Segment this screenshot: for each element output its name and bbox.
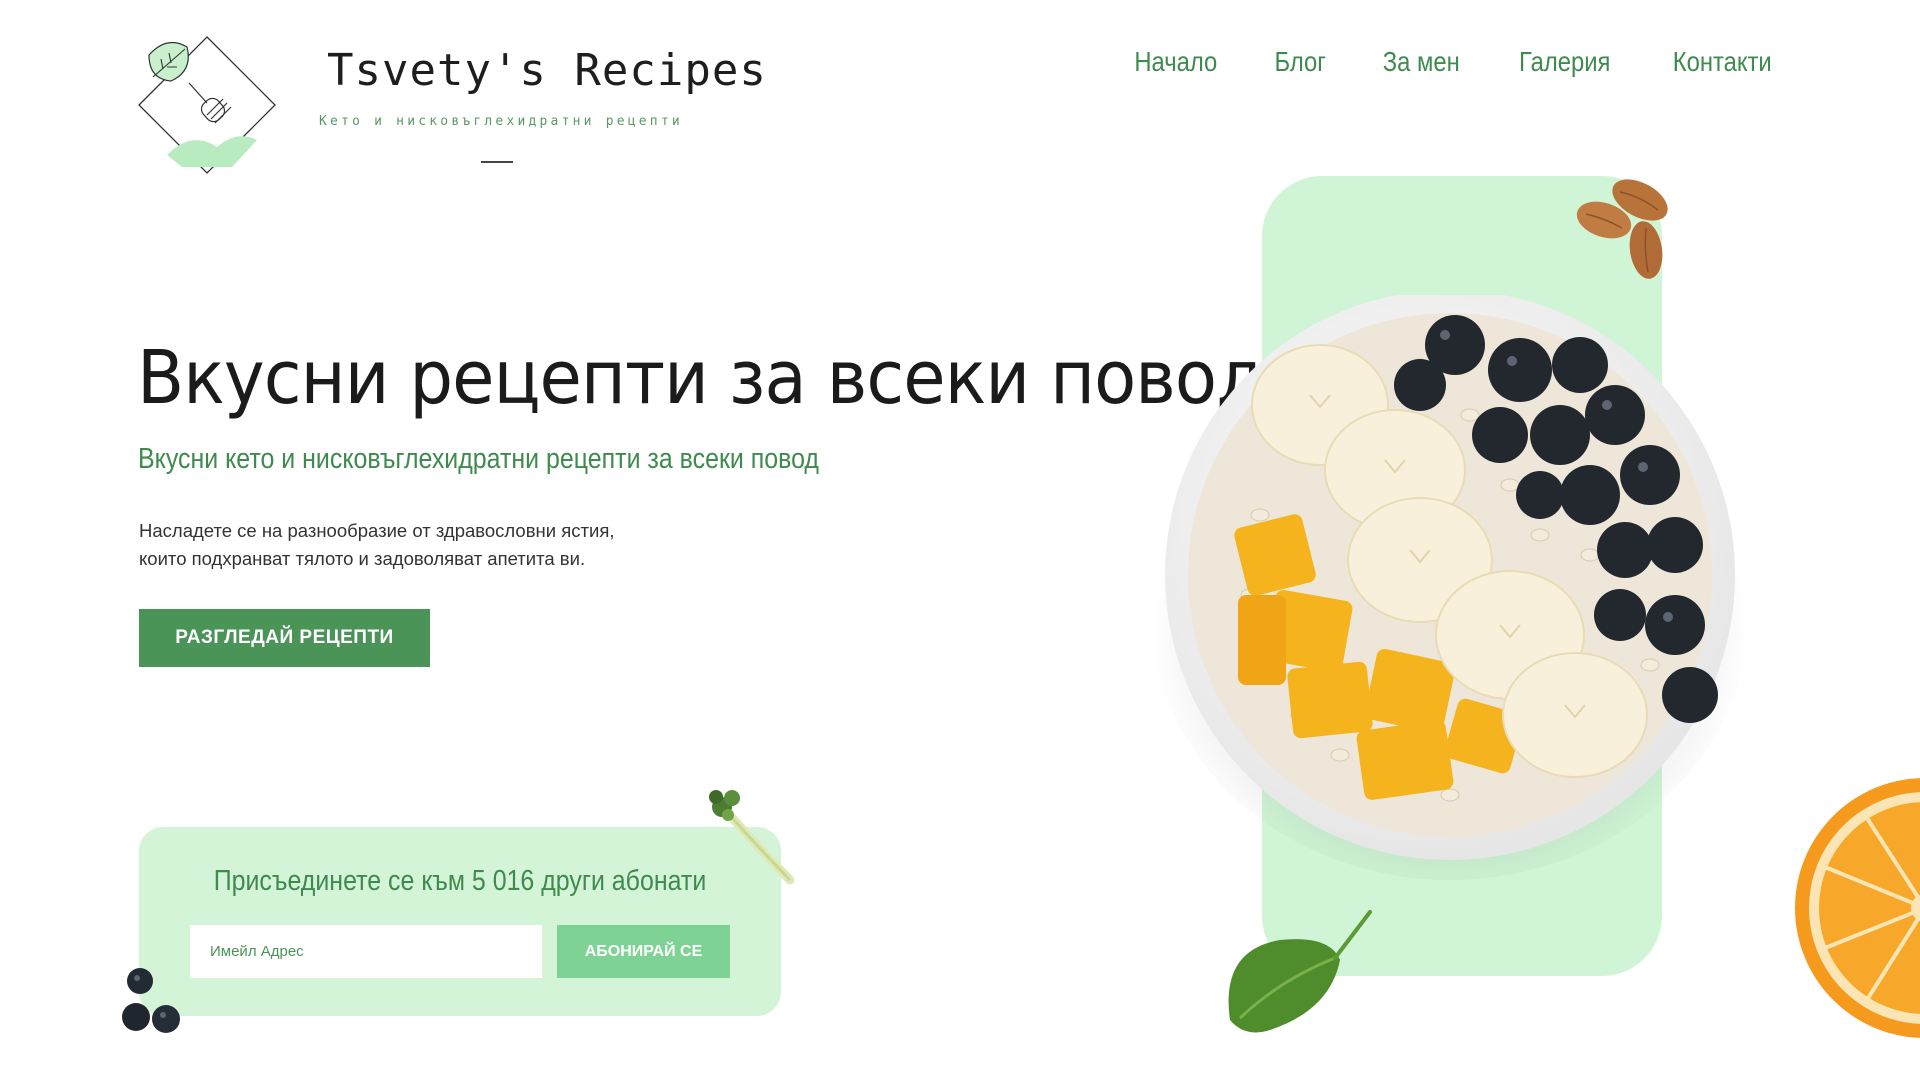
fruit-bowl-image bbox=[1150, 295, 1750, 880]
orange-image bbox=[1795, 778, 1920, 1038]
hero-description-line: Насладете се на разнообразие от здравосл… bbox=[139, 520, 615, 541]
site-title[interactable]: Tsvety's Recipes bbox=[327, 45, 766, 96]
email-input[interactable] bbox=[190, 925, 542, 978]
subscribe-heading: Присъединете се към 5 016 други абонати bbox=[213, 865, 707, 897]
nav-item-about[interactable]: За мен bbox=[1382, 46, 1459, 78]
site-tagline: Кето и нисковъглехидратни рецепти bbox=[319, 114, 683, 129]
broccoli-image bbox=[709, 790, 795, 885]
hero-description: Насладете се на разнообразие от здравосл… bbox=[139, 517, 699, 573]
nav-item-contacts[interactable]: Контакти bbox=[1672, 46, 1771, 78]
main-nav: Начало Блог За мен Галерия Контакти bbox=[1127, 46, 1780, 78]
hero-title: Вкусни рецепти за всеки повод bbox=[137, 335, 1264, 421]
blueberries-image bbox=[122, 968, 180, 1033]
subscribe-card: Присъединете се към 5 016 други абонати … bbox=[139, 827, 781, 1016]
hero-description-line: които подхранват тялото и задоволяват ап… bbox=[139, 548, 586, 569]
browse-recipes-button[interactable]: РАЗГЛЕДАЙ РЕЦЕПТИ bbox=[139, 609, 430, 667]
hero-subtitle: Вкусни кето и нисковъглехидратни рецепти… bbox=[138, 443, 819, 475]
almonds-image bbox=[1576, 179, 1668, 279]
nav-item-blog[interactable]: Блог bbox=[1275, 46, 1326, 78]
subscribe-button[interactable]: АБОНИРАЙ СЕ bbox=[557, 925, 730, 978]
nav-item-home[interactable]: Начало bbox=[1135, 46, 1218, 78]
spinach-leaf-image bbox=[1228, 910, 1372, 1033]
logo-leaf-fork-icon[interactable] bbox=[137, 35, 277, 175]
nav-item-gallery[interactable]: Галерия bbox=[1519, 46, 1610, 78]
tagline-divider bbox=[481, 161, 513, 163]
